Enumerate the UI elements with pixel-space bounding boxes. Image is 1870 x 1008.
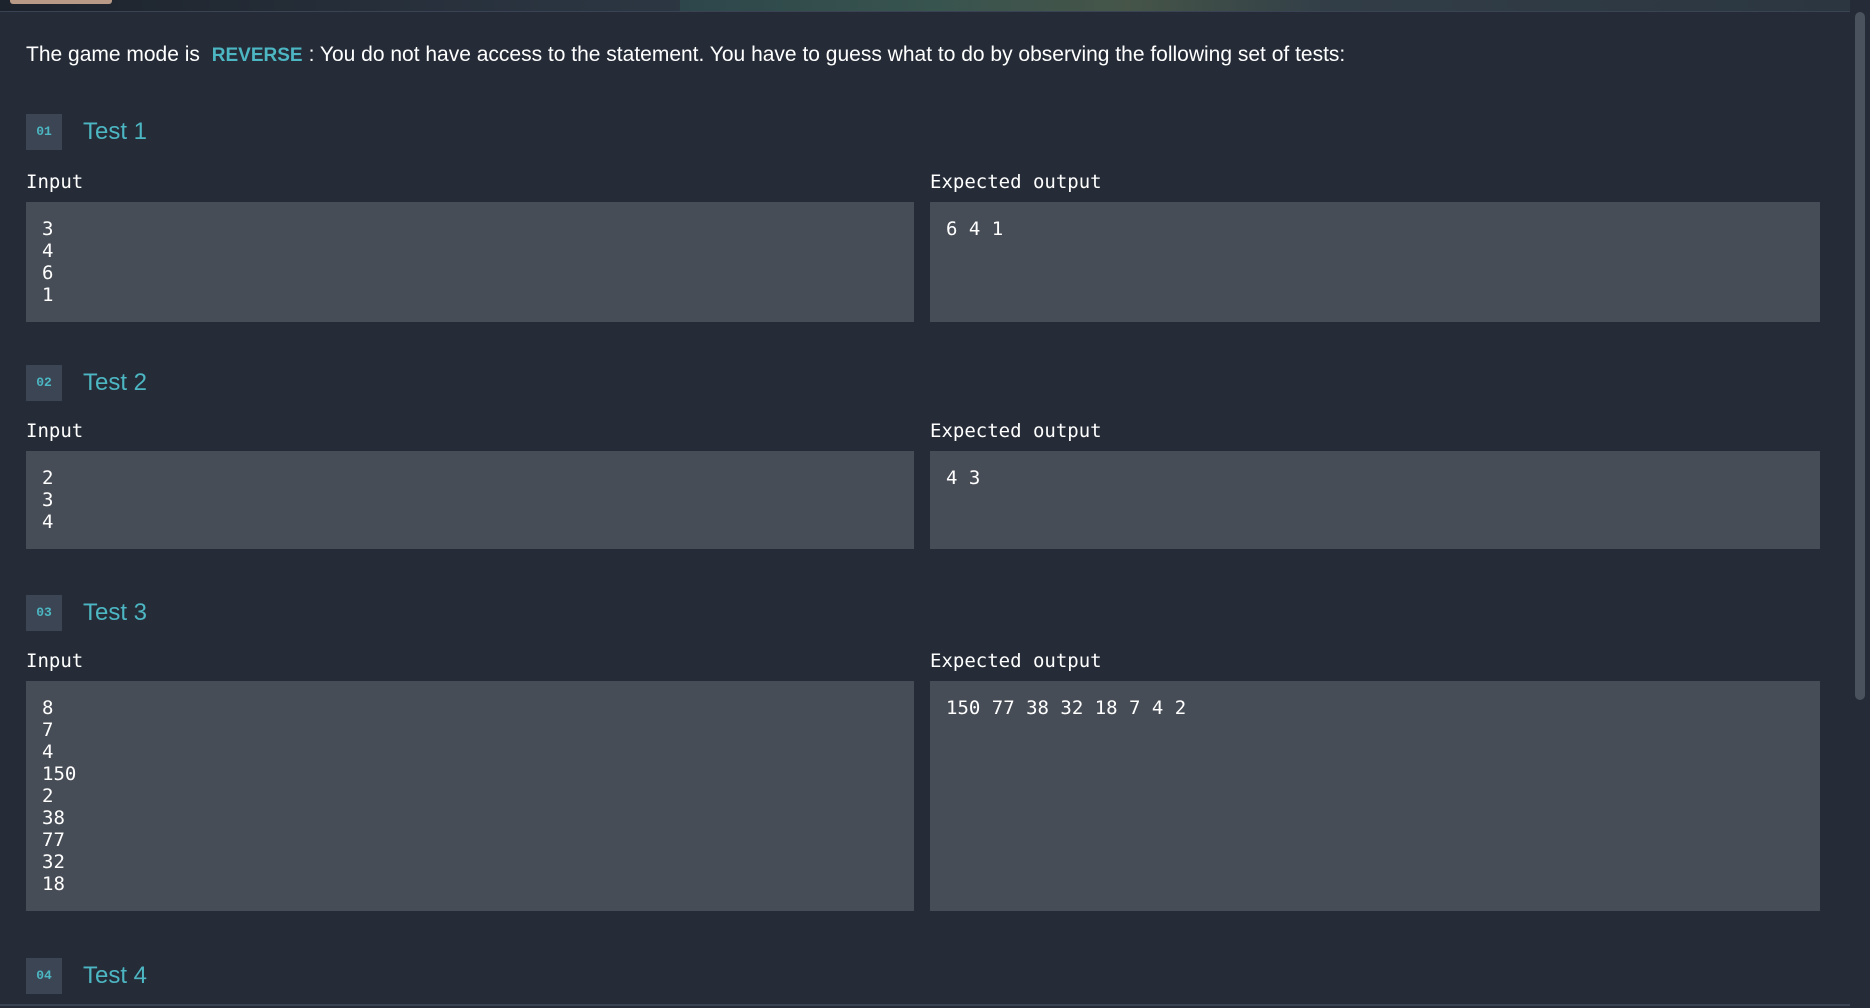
test-case: 03 Test 3 Input Expected output 8 7 4 15… bbox=[26, 595, 1820, 925]
avatar[interactable] bbox=[10, 0, 112, 4]
scrollbar[interactable] bbox=[1850, 12, 1870, 1005]
test-number-badge: 01 bbox=[26, 114, 62, 150]
test-title[interactable]: Test 1 bbox=[83, 116, 147, 148]
input-box[interactable]: 8 7 4 150 2 38 77 32 18 bbox=[26, 681, 914, 911]
input-label: Input bbox=[26, 171, 84, 193]
expected-output-box[interactable]: 150 77 38 32 18 7 4 2 bbox=[930, 681, 1820, 911]
input-box[interactable]: 2 3 4 bbox=[26, 451, 914, 549]
intro-suffix: : You do not have access to the statemen… bbox=[308, 43, 1346, 66]
test-number-badge: 02 bbox=[26, 365, 62, 401]
test-number-badge: 04 bbox=[26, 958, 62, 994]
expected-output-box[interactable]: 6 4 1 bbox=[930, 202, 1820, 322]
expected-output-label: Expected output bbox=[930, 171, 1102, 193]
expected-output-label: Expected output bbox=[930, 420, 1102, 442]
expected-output-box[interactable]: 4 3 bbox=[930, 451, 1820, 549]
test-title[interactable]: Test 2 bbox=[83, 367, 147, 399]
test-number-badge: 03 bbox=[26, 595, 62, 631]
test-title[interactable]: Test 3 bbox=[83, 597, 147, 629]
input-label: Input bbox=[26, 650, 84, 672]
game-mode-description: The game mode is REVERSE: You do not hav… bbox=[26, 40, 1345, 71]
test-case: 01 Test 1 Input Expected output 3 4 6 1 … bbox=[26, 114, 1820, 324]
expected-output-label: Expected output bbox=[930, 650, 1102, 672]
test-case: 04 Test 4 bbox=[26, 958, 1820, 1004]
scrollbar-thumb[interactable] bbox=[1855, 12, 1865, 700]
intro-prefix: The game mode is bbox=[26, 43, 200, 66]
bottom-divider bbox=[0, 1004, 1850, 1006]
input-box[interactable]: 3 4 6 1 bbox=[26, 202, 914, 322]
input-label: Input bbox=[26, 420, 84, 442]
game-mode-badge: REVERSE bbox=[211, 45, 303, 66]
test-cases-panel: The game mode is REVERSE: You do not hav… bbox=[0, 12, 1850, 1005]
test-title[interactable]: Test 4 bbox=[83, 960, 147, 992]
test-case: 02 Test 2 Input Expected output 2 3 4 4 … bbox=[26, 365, 1820, 565]
